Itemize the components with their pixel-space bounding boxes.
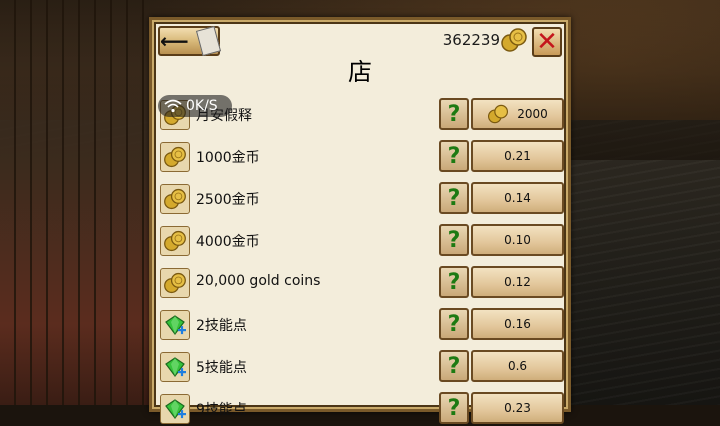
item-label: 4000金币 [196,234,260,250]
question-mark-icon: ? [447,101,461,127]
buy-button[interactable]: 0.21 [471,140,564,172]
background-ship-right [570,0,720,160]
buy-button[interactable]: 0.10 [471,224,564,256]
help-button[interactable]: ? [439,266,469,298]
buy-button[interactable]: 2000 [471,98,564,130]
item-icon-frame [160,184,190,214]
help-button[interactable]: ? [439,98,469,130]
help-button[interactable]: ? [439,350,469,382]
coins-icon [488,104,509,124]
item-label: 5技能点 [196,360,247,376]
gem-plus-icon [165,315,186,335]
network-speed-text: 0K/S [186,98,218,114]
coins-icon [164,146,186,168]
question-mark-icon: ? [447,395,461,421]
question-mark-icon: ? [447,311,461,337]
shop-item-row: 5技能点? 0.6 [160,350,564,384]
item-label: 1000金币 [196,150,260,166]
item-label: 2技能点 [196,318,247,334]
coins-icon [164,230,186,252]
help-button[interactable]: ? [439,392,469,424]
price-label: 0.16 [504,317,531,331]
help-button[interactable]: ? [439,224,469,256]
help-button[interactable]: ? [439,140,469,172]
price-label: 0.21 [504,149,531,163]
item-icon-frame [160,352,190,382]
question-mark-icon: ? [447,185,461,211]
shop-item-row: 2500金币? 0.14 [160,182,564,216]
question-mark-icon: ? [447,143,461,169]
item-icon-frame [160,268,190,298]
price-label: 0.6 [507,359,528,373]
wifi-icon [164,99,182,113]
price-label: 0.14 [504,191,531,205]
buy-button[interactable]: 0.6 [471,350,564,382]
coins-icon [501,28,527,52]
price-label: 0.10 [504,233,531,247]
item-label: 20,000 gold coins [196,273,321,289]
item-label: 2500金币 [196,192,260,208]
item-icon-frame [160,142,190,172]
question-mark-icon: ? [447,353,461,379]
shop-item-row: 20,000 gold coins? 0.12 [160,266,564,300]
help-button[interactable]: ? [439,308,469,340]
buy-button[interactable]: 0.14 [471,182,564,214]
price-label: 0.23 [504,401,531,415]
buy-button[interactable]: 0.12 [471,266,564,298]
page-title: 店 [348,58,372,86]
item-icon-frame [160,226,190,256]
coins-icon [164,272,186,294]
item-label: 9技能点 [196,402,247,418]
back-arrow-icon: ⟵ [160,29,189,53]
shop-item-row: 1000金币? 0.21 [160,140,564,174]
coin-balance: 362239 [442,31,500,49]
buy-button[interactable]: 0.23 [471,392,564,424]
question-mark-icon: ? [447,269,461,295]
question-mark-icon: ? [447,227,461,253]
gem-plus-icon [165,357,186,377]
shop-item-row: 4000金币? 0.10 [160,224,564,258]
shop-panel: ⟵ 362239 ✕ 店 月安假释?20001000金币?0.212500金币?… [149,17,571,424]
price-label: 2000 [517,107,548,121]
coins-icon [164,188,186,210]
item-icon-frame [160,394,190,424]
shop-item-row: 9技能点? 0.23 [160,392,564,426]
gem-plus-icon [165,399,186,419]
network-speed-overlay: 0K/S [158,95,232,117]
help-button[interactable]: ? [439,182,469,214]
buy-button[interactable]: 0.16 [471,308,564,340]
price-label: 0.12 [504,275,531,289]
background-ship [0,0,150,405]
shop-item-row: 2技能点? 0.16 [160,308,564,342]
item-icon-frame [160,310,190,340]
